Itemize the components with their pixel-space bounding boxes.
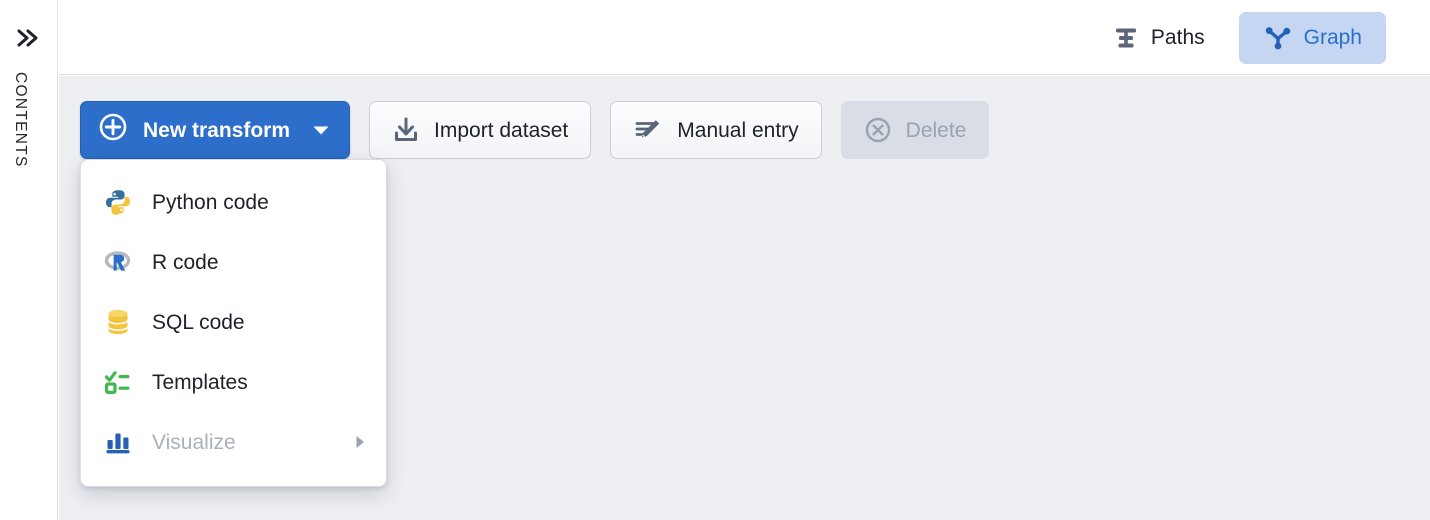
import-dataset-button[interactable]: Import dataset	[369, 101, 592, 159]
caret-down-icon[interactable]	[311, 123, 331, 137]
pencil-lines-icon	[633, 116, 663, 144]
chevrons-right-icon[interactable]	[13, 22, 45, 54]
download-icon	[392, 116, 420, 144]
toolbar: New transform Import dataset Manual entr…	[80, 101, 990, 159]
sidebar-contents-label: CONTENTS	[11, 72, 29, 168]
import-dataset-label: Import dataset	[434, 118, 569, 142]
bar-chart-icon	[103, 429, 133, 455]
new-transform-button[interactable]: New transform	[80, 101, 351, 159]
python-logo-icon	[103, 188, 133, 216]
top-header: Paths Graph	[59, 0, 1430, 75]
node-graph-icon	[1263, 24, 1293, 52]
menu-item-sql-code[interactable]: SQL code	[81, 292, 386, 352]
tab-graph[interactable]: Graph	[1238, 11, 1386, 64]
tab-paths-label: Paths	[1150, 26, 1205, 49]
app-root: CONTENTS Paths Graph New transform Impor…	[0, 0, 1430, 520]
tab-paths[interactable]: Paths	[1088, 12, 1229, 64]
delete-button: Delete	[840, 101, 990, 159]
menu-item-visualize-label: Visualize	[152, 430, 236, 454]
menu-item-r-code[interactable]: R code	[81, 232, 386, 292]
manual-entry-label: Manual entry	[677, 118, 799, 142]
menu-item-templates-label: Templates	[152, 370, 248, 394]
delete-label: Delete	[905, 118, 967, 142]
menu-item-python-code-label: Python code	[152, 190, 269, 214]
caret-right-icon	[352, 433, 368, 451]
menu-item-visualize: Visualize	[81, 412, 386, 472]
plus-circle-icon	[98, 112, 128, 148]
menu-item-templates[interactable]: Templates	[81, 352, 386, 412]
checklist-icon	[103, 369, 133, 395]
new-transform-dropdown-menu: Python code R code SQL code Templates Vi…	[80, 159, 387, 487]
new-transform-label: New transform	[143, 118, 291, 142]
database-icon	[103, 308, 133, 336]
manual-entry-button[interactable]: Manual entry	[610, 101, 822, 159]
view-tab-group: Paths Graph	[1088, 0, 1386, 75]
menu-item-python-code[interactable]: Python code	[81, 172, 386, 232]
paths-align-icon	[1112, 24, 1140, 52]
menu-item-r-code-label: R code	[152, 250, 219, 274]
menu-item-sql-code-label: SQL code	[152, 310, 245, 334]
x-circle-icon	[864, 116, 892, 144]
tab-graph-label: Graph	[1303, 26, 1362, 49]
r-logo-icon	[103, 249, 133, 275]
left-sidebar: CONTENTS	[0, 0, 58, 520]
